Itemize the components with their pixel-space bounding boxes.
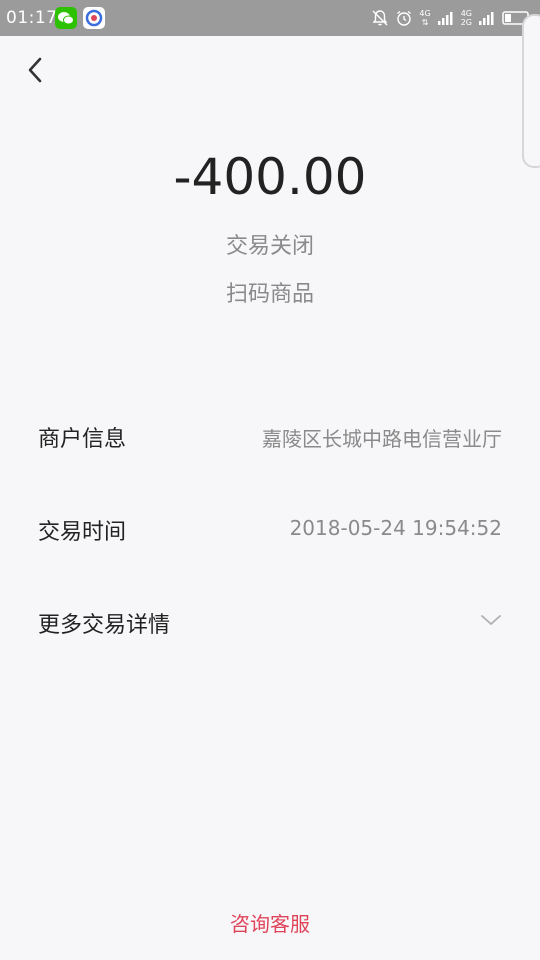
network-label-1: 4G ⇅	[419, 9, 430, 27]
transaction-time-value: 2018-05-24 19:54:52	[289, 516, 502, 540]
status-icons: 4G ⇅ 4G 2G	[371, 6, 532, 30]
chevron-left-icon	[28, 57, 42, 83]
mute-bell-icon	[372, 10, 388, 26]
edge-panel-handle[interactable]	[522, 14, 540, 168]
transaction-time-row: 交易时间 2018-05-24 19:54:52	[38, 508, 502, 548]
network-type-top: 4G	[460, 9, 472, 18]
signal-icon-2	[479, 12, 494, 25]
network-label-2: 4G 2G	[461, 9, 472, 27]
transaction-status: 交易关闭	[225, 234, 314, 259]
transaction-time-label: 交易时间	[38, 520, 127, 545]
signal-icon	[437, 12, 453, 25]
merchant-info-label: 商户信息	[38, 427, 127, 452]
back-button[interactable]	[18, 50, 54, 90]
chevron-down-icon	[481, 615, 501, 625]
customer-service-link[interactable]: 咨询客服	[0, 908, 540, 937]
data-arrows-icon: ⇅	[421, 18, 429, 27]
transaction-amount: -400.00	[173, 148, 367, 206]
status-bar: 01:17 4G ⇅ 4G 2G	[0, 0, 540, 36]
network-type: 4G	[419, 9, 431, 18]
app-notification-icon	[83, 7, 105, 29]
merchant-info-value: 嘉陵区长城中路电信营业厅	[262, 427, 502, 451]
status-time: 01:17	[6, 8, 58, 28]
more-details-row[interactable]: 更多交易详情	[38, 601, 502, 641]
more-details-label: 更多交易详情	[38, 613, 171, 638]
alarm-icon	[397, 10, 412, 26]
transaction-product: 扫码商品	[225, 282, 314, 307]
merchant-info-row: 商户信息 嘉陵区长城中路电信营业厅	[38, 415, 502, 455]
wechat-icon	[55, 7, 77, 29]
network-type-bottom: 2G	[460, 18, 472, 27]
